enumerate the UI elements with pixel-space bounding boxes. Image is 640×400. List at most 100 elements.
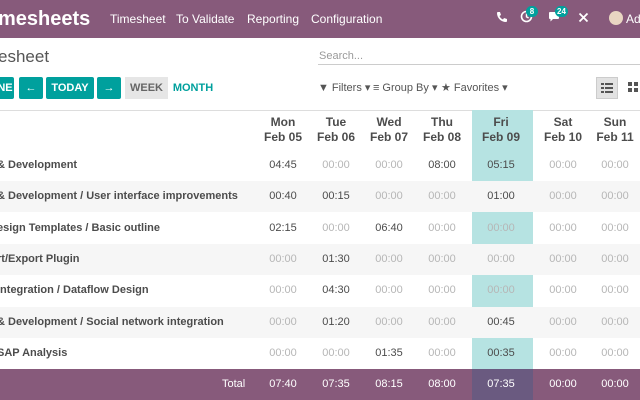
day-of-week: Sat: [553, 115, 573, 129]
time-cell[interactable]: 00:00: [308, 150, 364, 181]
user-name[interactable]: Ad: [626, 12, 640, 26]
caret-down-icon: ▾: [499, 82, 508, 94]
time-cell[interactable]: 00:00: [473, 244, 529, 275]
time-cell[interactable]: 00:40: [255, 181, 311, 212]
time-cell[interactable]: 00:00: [255, 275, 311, 306]
menu-configuration[interactable]: Configuration: [311, 12, 382, 26]
time-cell[interactable]: 00:00: [587, 181, 640, 212]
today-button[interactable]: TODAY: [46, 77, 94, 99]
time-cell[interactable]: 01:30: [308, 244, 364, 275]
row-label[interactable]: & Development: [0, 150, 77, 181]
row-label[interactable]: & Development / Social network integrati…: [0, 307, 224, 338]
table-row: & Development / User interface improveme…: [0, 181, 640, 213]
time-cell[interactable]: 00:00: [587, 338, 640, 369]
menu-reporting[interactable]: Reporting: [247, 12, 299, 26]
time-cell[interactable]: 00:00: [414, 275, 470, 306]
time-cell[interactable]: 00:00: [535, 181, 591, 212]
time-cell[interactable]: 00:00: [414, 244, 470, 275]
favorites-dropdown[interactable]: ★ Favorites ▾: [441, 81, 508, 95]
time-cell[interactable]: 05:15: [473, 150, 529, 181]
row-label[interactable]: & Development / User interface improveme…: [0, 181, 238, 212]
time-cell[interactable]: 00:00: [308, 213, 364, 244]
row-label[interactable]: Integration / Dataflow Design: [0, 275, 149, 306]
time-cell[interactable]: 06:40: [361, 213, 417, 244]
time-cell[interactable]: 00:15: [308, 181, 364, 212]
new-button[interactable]: NE: [0, 77, 14, 99]
activity-icon[interactable]: 8: [517, 6, 538, 28]
time-cell[interactable]: 00:00: [414, 307, 470, 338]
avatar[interactable]: [609, 11, 623, 25]
day-of-week: Thu: [431, 115, 453, 129]
group-by-dropdown[interactable]: ≡ Group By ▾: [373, 81, 437, 95]
grid-view-switch[interactable]: [596, 77, 618, 99]
day-date: Feb 06: [316, 130, 355, 144]
time-cell[interactable]: 00:00: [361, 275, 417, 306]
week-view-button[interactable]: WEEK: [125, 77, 168, 99]
time-cell[interactable]: 00:45: [473, 307, 529, 338]
time-cell[interactable]: 00:00: [255, 338, 311, 369]
time-cell[interactable]: 00:00: [587, 213, 640, 244]
total-cell: 07:40: [269, 378, 297, 390]
time-cell[interactable]: 00:00: [255, 244, 311, 275]
search-input[interactable]: [318, 47, 640, 65]
time-cell[interactable]: 00:00: [535, 307, 591, 338]
time-cell[interactable]: 01:35: [361, 338, 417, 369]
filter-icon: ▼: [318, 82, 329, 94]
total-cell: 08:15: [375, 378, 403, 390]
row-label[interactable]: rt/Export Plugin: [0, 244, 80, 275]
time-cell[interactable]: 00:00: [414, 213, 470, 244]
table-row: & Development / Social network integrati…: [0, 306, 640, 338]
time-cell[interactable]: 04:45: [255, 150, 311, 181]
kanban-view-icon: [628, 82, 638, 92]
time-cell[interactable]: 01:00: [473, 181, 529, 212]
time-cell[interactable]: 00:00: [535, 150, 591, 181]
time-cell[interactable]: 00:00: [414, 338, 470, 369]
day-date: Feb 08: [422, 130, 461, 144]
month-view-button[interactable]: MONTH: [171, 77, 215, 99]
time-cell[interactable]: 00:00: [414, 181, 470, 212]
time-cell[interactable]: 02:15: [255, 213, 311, 244]
table-row: & Development 04:45 00:00 00:00 08:00 05:15 00…: [0, 150, 640, 181]
phone-icon[interactable]: [493, 10, 511, 28]
time-cell[interactable]: 00:35: [473, 338, 529, 369]
kanban-view-switch[interactable]: [622, 77, 640, 99]
time-cell[interactable]: 00:00: [473, 275, 529, 306]
day-date: Feb 10: [543, 130, 582, 144]
time-cell[interactable]: 00:00: [361, 244, 417, 275]
day-header: Thu Feb 08: [414, 115, 470, 151]
next-week-button[interactable]: →: [97, 77, 121, 99]
day-date: Feb 09: [481, 130, 520, 144]
time-cell[interactable]: 00:00: [361, 181, 417, 212]
table-row: SAP Analysis 00:00 00:00 01:35 00:00 00:35 00:…: [0, 338, 640, 369]
prev-week-button[interactable]: ←: [19, 77, 43, 99]
time-cell[interactable]: 00:00: [535, 338, 591, 369]
time-cell[interactable]: 00:00: [361, 150, 417, 181]
activity-badge: 8: [526, 6, 538, 17]
time-cell[interactable]: 04:30: [308, 275, 364, 306]
time-cell[interactable]: 01:20: [308, 307, 364, 338]
time-cell[interactable]: 00:00: [473, 213, 529, 244]
time-cell[interactable]: 00:00: [255, 307, 311, 338]
time-cell[interactable]: 00:00: [587, 307, 640, 338]
time-cell[interactable]: 08:00: [414, 150, 470, 181]
caret-down-icon: ▾: [428, 82, 438, 94]
row-label[interactable]: SAP Analysis: [0, 338, 67, 369]
close-icon[interactable]: [574, 10, 592, 28]
time-cell[interactable]: 00:00: [308, 338, 364, 369]
time-cell[interactable]: 00:00: [587, 275, 640, 306]
list-icon: ≡: [373, 82, 380, 94]
row-label[interactable]: esign Templates / Basic outline: [0, 213, 160, 244]
time-cell[interactable]: 00:00: [535, 213, 591, 244]
time-cell[interactable]: 00:00: [361, 307, 417, 338]
caret-down-icon: ▾: [361, 82, 371, 94]
grid-view-icon: [601, 83, 613, 93]
chat-icon[interactable]: 24: [546, 6, 568, 28]
time-cell[interactable]: 00:00: [587, 244, 640, 275]
table-row: esign Templates / Basic outline 02:15 00:0…: [0, 213, 640, 244]
filters-dropdown[interactable]: ▼ Filters ▾: [318, 81, 370, 95]
menu-to-validate[interactable]: To Validate: [176, 12, 234, 26]
menu-timesheet[interactable]: Timesheet: [110, 12, 166, 26]
time-cell[interactable]: 00:00: [587, 150, 640, 181]
time-cell[interactable]: 00:00: [535, 275, 591, 306]
time-cell[interactable]: 00:00: [535, 244, 591, 275]
